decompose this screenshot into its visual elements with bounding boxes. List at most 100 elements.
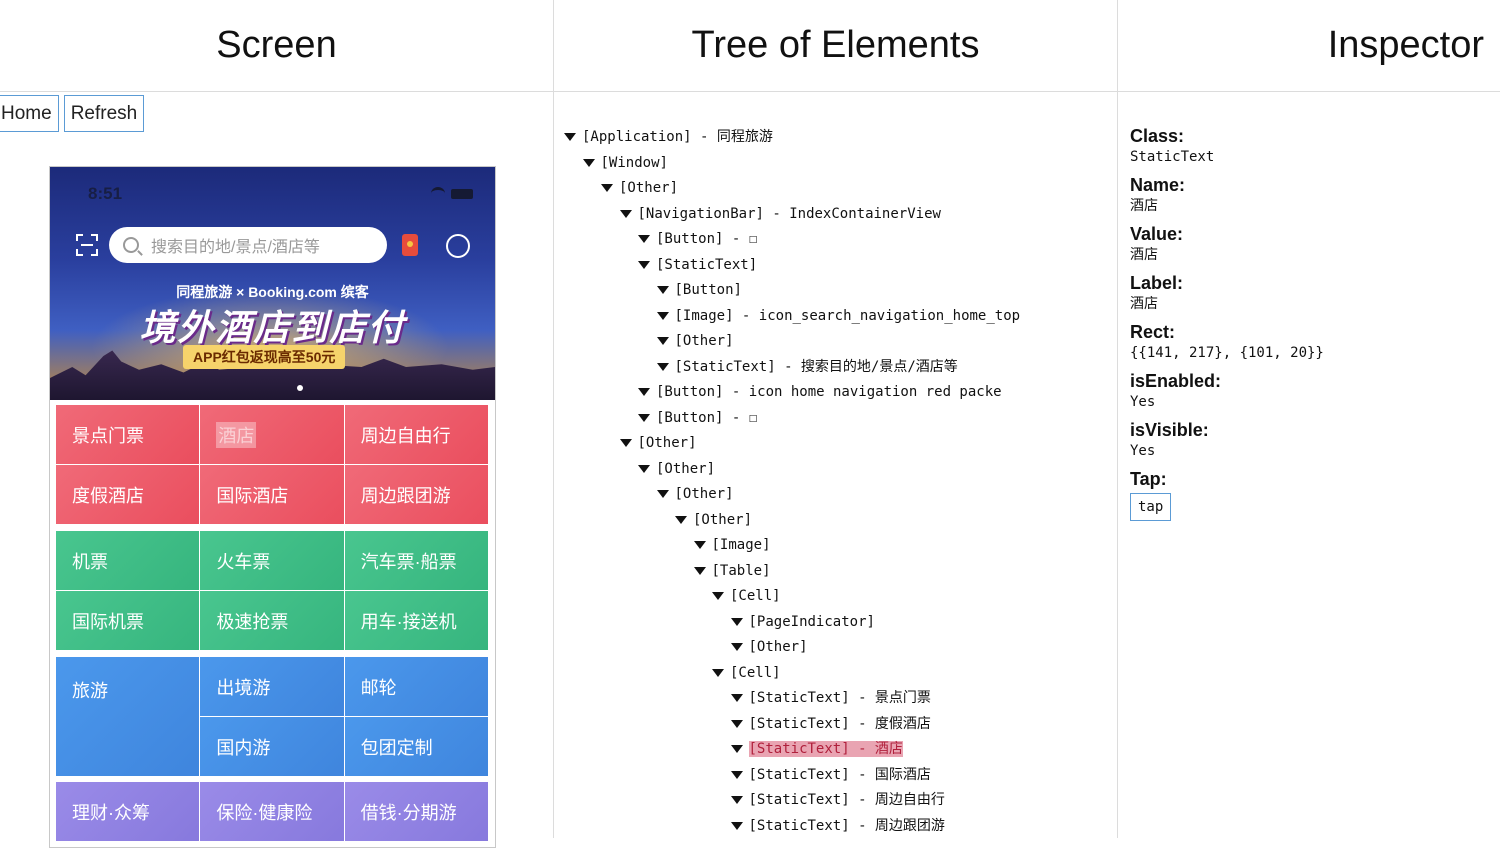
grid-cell-fast-ticket[interactable]: 极速抢票 xyxy=(200,591,344,650)
tree-node-label: [NavigationBar] - IndexContainerView xyxy=(637,205,941,222)
search-icon xyxy=(123,237,139,253)
tree-node[interactable]: [Other] xyxy=(730,637,808,657)
grid-cell-travel[interactable]: 旅游 xyxy=(56,657,200,776)
tap-button[interactable]: tap xyxy=(1130,493,1172,521)
tree-node[interactable]: [StaticText] - 度假酒店 xyxy=(730,714,931,734)
grid-cell-resort-hotel[interactable]: 度假酒店 xyxy=(56,465,200,524)
tree-node[interactable]: [StaticText] - 周边自由行 xyxy=(730,790,945,810)
grid-cell-loan[interactable]: 借钱·分期游 xyxy=(344,782,488,841)
expand-triangle-icon[interactable] xyxy=(675,515,687,524)
tree-node[interactable]: [NavigationBar] - IndexContainerView xyxy=(619,204,941,224)
tree-node[interactable]: [StaticText] - 酒店 xyxy=(730,739,903,759)
tree-node[interactable]: [Other] xyxy=(656,484,734,504)
search-bar[interactable]: 搜索目的地/景点/酒店等 xyxy=(109,227,387,263)
tree-node[interactable]: [StaticText] - 景点门票 xyxy=(730,688,931,708)
expand-triangle-icon[interactable] xyxy=(730,745,743,753)
tree-node[interactable]: [Cell] xyxy=(712,586,781,606)
inspector-panel-title: Inspector xyxy=(1118,0,1500,92)
refresh-button[interactable]: Refresh xyxy=(63,95,145,132)
grid-cell-nearby-group-tour[interactable]: 周边跟团游 xyxy=(344,465,488,524)
expand-triangle-icon[interactable] xyxy=(656,490,669,498)
tree-node[interactable]: [StaticText] xyxy=(638,255,757,275)
expand-triangle-icon[interactable] xyxy=(619,439,632,447)
tree-node-label: [Button] xyxy=(674,282,742,298)
tree-node[interactable]: [Other] xyxy=(656,331,734,351)
label-value: 酒店 xyxy=(1130,296,1158,312)
class-value: StaticText xyxy=(1130,149,1215,165)
tree-node[interactable]: [Button] - ☐ xyxy=(638,408,757,428)
inspector-panel: Inspector Class: StaticText Name: 酒店 Val… xyxy=(1118,0,1500,838)
grid-cell-train[interactable]: 火车票 xyxy=(200,531,344,590)
tree-node[interactable]: [StaticText] - 搜索目的地/景点/酒店等 xyxy=(656,357,958,377)
home-button[interactable]: Home xyxy=(0,95,59,132)
grid-cell-insurance[interactable]: 保险·健康险 xyxy=(200,782,344,841)
expand-triangle-icon[interactable] xyxy=(712,668,724,677)
expand-triangle-icon[interactable] xyxy=(730,770,743,779)
expand-triangle-icon[interactable] xyxy=(693,541,706,549)
message-icon[interactable] xyxy=(446,234,470,258)
grid-cell-intl-hotel[interactable]: 国际酒店 xyxy=(200,465,344,524)
promo-banner[interactable]: 8:51 搜索目的地/景点/酒店等 同程旅游 × Booking.com 缤客 … xyxy=(50,167,495,400)
tree-node[interactable]: [Button] - icon home navigation red pack… xyxy=(638,382,1002,402)
expand-triangle-icon[interactable] xyxy=(693,566,706,575)
expand-triangle-icon[interactable] xyxy=(656,311,669,320)
expand-triangle-icon[interactable] xyxy=(638,388,650,396)
grid-cell-hotel[interactable]: 酒店 xyxy=(200,405,344,464)
page-indicator xyxy=(297,385,303,391)
red-packet-icon[interactable] xyxy=(402,234,418,256)
inspector-properties: Class: StaticText Name: 酒店 Value: 酒店 Lab… xyxy=(1130,124,1324,521)
grid-cell-bus-ship[interactable]: 汽车票·船票 xyxy=(344,531,488,590)
grid-cell-car-transfer[interactable]: 用车·接送机 xyxy=(344,591,488,650)
tree-node[interactable]: [Application] - 同程旅游 xyxy=(564,127,773,147)
expand-triangle-icon[interactable] xyxy=(656,337,669,345)
tree-node[interactable]: [PageIndicator] xyxy=(730,612,875,632)
tree-node[interactable]: [StaticText] - 周边跟团游 xyxy=(730,816,945,836)
grid-cell-cruise[interactable]: 邮轮 xyxy=(344,657,488,716)
tree-node-label: [Table] xyxy=(711,562,771,579)
tree-node[interactable]: [Image] xyxy=(693,535,771,555)
tree-node-label: [Cell] xyxy=(730,664,781,681)
expand-triangle-icon[interactable] xyxy=(638,413,650,422)
expand-triangle-icon[interactable] xyxy=(712,592,724,600)
tree-node[interactable]: [Other] xyxy=(638,459,715,479)
tree-node[interactable]: [Table] xyxy=(693,561,771,581)
expand-triangle-icon[interactable] xyxy=(619,209,632,218)
scan-icon[interactable] xyxy=(76,234,98,256)
expand-triangle-icon[interactable] xyxy=(730,796,743,804)
expand-triangle-icon[interactable] xyxy=(656,286,669,294)
expand-triangle-icon[interactable] xyxy=(730,719,743,728)
tree-node[interactable]: [StaticText] - 国际酒店 xyxy=(730,765,931,785)
tree-node[interactable]: [Cell] xyxy=(712,663,781,683)
grid-cell-flights[interactable]: 机票 xyxy=(56,531,200,590)
expand-triangle-icon[interactable] xyxy=(601,184,613,192)
expand-triangle-icon[interactable] xyxy=(730,821,743,830)
expand-triangle-icon[interactable] xyxy=(582,158,595,167)
expand-triangle-icon[interactable] xyxy=(638,235,650,243)
tree-node[interactable]: [Button] - ☐ xyxy=(638,229,757,249)
tree-node[interactable]: [Window] xyxy=(582,153,668,173)
expand-triangle-icon[interactable] xyxy=(730,617,743,626)
value-label: Value: xyxy=(1130,224,1184,244)
grid-cell-custom-tour[interactable]: 包团定制 xyxy=(344,717,488,776)
grid-cell-wealth[interactable]: 理财·众筹 xyxy=(56,782,200,841)
grid-cell-outbound-tour[interactable]: 出境游 xyxy=(200,657,344,716)
grid-cell-intl-flights[interactable]: 国际机票 xyxy=(56,591,200,650)
label-label: Label: xyxy=(1130,273,1184,293)
expand-triangle-icon[interactable] xyxy=(638,464,650,473)
tree-node[interactable]: [Other] xyxy=(675,510,752,530)
expand-triangle-icon[interactable] xyxy=(730,643,743,651)
expand-triangle-icon[interactable] xyxy=(638,260,650,269)
device-screenshot[interactable]: 8:51 搜索目的地/景点/酒店等 同程旅游 × Booking.com 缤客 … xyxy=(49,166,496,848)
expand-triangle-icon[interactable] xyxy=(730,694,743,702)
value-value: 酒店 xyxy=(1130,247,1158,263)
tree-node[interactable]: [Button] xyxy=(656,280,742,300)
expand-triangle-icon[interactable] xyxy=(564,133,576,141)
tree-node[interactable]: [Other] xyxy=(601,178,678,198)
tree-node[interactable]: [Image] - icon_search_navigation_home_to… xyxy=(656,306,1020,326)
grid-cell-nearby-free-travel[interactable]: 周边自由行 xyxy=(344,405,488,464)
tree-node-label: [Other] xyxy=(674,333,734,349)
expand-triangle-icon[interactable] xyxy=(656,362,669,371)
tree-node[interactable]: [Other] xyxy=(619,433,697,453)
grid-cell-domestic-tour[interactable]: 国内游 xyxy=(200,717,344,776)
grid-cell-scenic-tickets[interactable]: 景点门票 xyxy=(56,405,200,464)
